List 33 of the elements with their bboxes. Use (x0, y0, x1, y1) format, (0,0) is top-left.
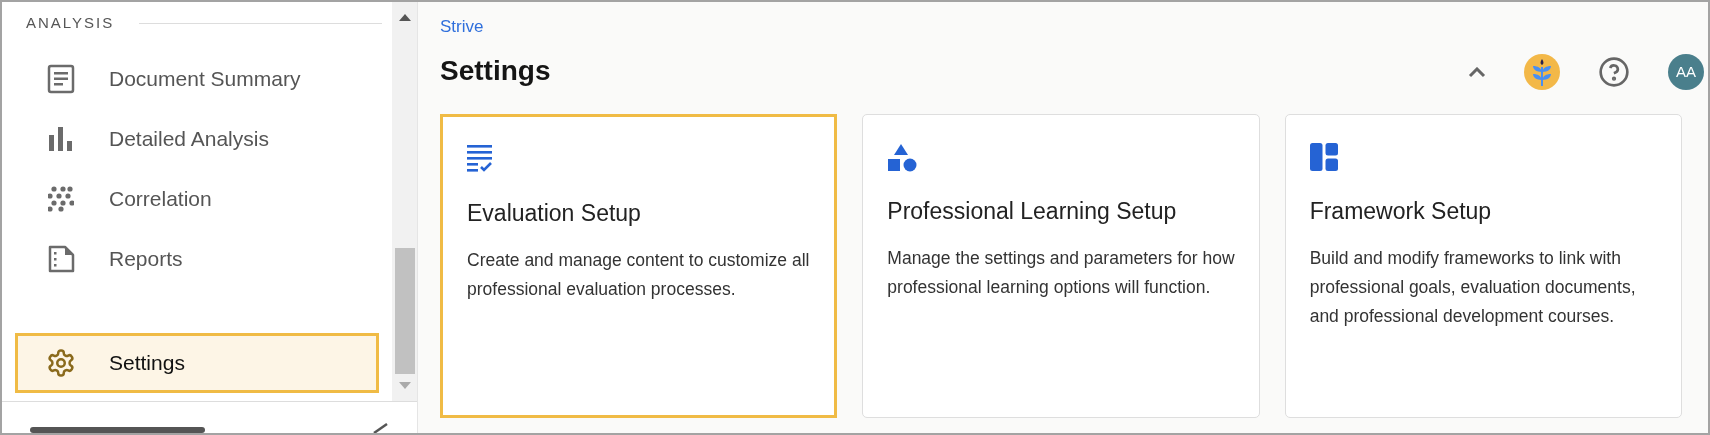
card-description: Manage the settings and parameters for how professional learning options will function. (887, 246, 1235, 299)
nav-item[interactable]: Detailed Analysis (18, 109, 376, 169)
layout-icon (1309, 142, 1338, 171)
nav-item[interactable]: Correlation (18, 169, 376, 229)
document-icon (47, 64, 75, 94)
card-title: Framework Setup (1309, 196, 1493, 226)
gear-icon (46, 348, 76, 378)
user-avatar[interactable]: AA (1668, 54, 1704, 90)
section-title: ANALYSIS (26, 12, 115, 33)
card-title: Professional Learning Setup (887, 196, 1178, 226)
shapes-icon (887, 142, 918, 173)
scroll-up-icon[interactable] (398, 14, 411, 21)
nav-item[interactable]: Reports (18, 229, 376, 289)
nav-item[interactable]: Document Summary (18, 49, 376, 109)
card-title: Evaluation Setup (467, 198, 642, 228)
scrollbar-thumb[interactable] (394, 248, 415, 374)
card-description: Create and manage content to customize all professional evaluation processes. (467, 248, 811, 301)
report-icon (47, 244, 75, 274)
nav-item[interactable]: Settings (15, 333, 379, 393)
help-icon[interactable] (1598, 56, 1630, 88)
wheat-logo-icon[interactable] (1524, 54, 1560, 90)
breadcrumb-link[interactable]: Strive (440, 14, 551, 40)
settings-card[interactable]: Framework Setup Build and modify frameworks to link with professional goals, evaluation documents, and professional development courses. (1284, 113, 1682, 418)
chevron-up-icon[interactable] (1468, 66, 1486, 78)
settings-card[interactable]: Evaluation Setup Create and manage content to customize all professional evaluation processes. (440, 113, 838, 418)
settings-card[interactable]: Professional Learning Setup Manage the settings and parameters for how professional learning options will function. (862, 113, 1260, 418)
card-description: Build and modify frameworks to link with professional goals, evaluation documents, and professional development courses. (1309, 246, 1637, 328)
scatter-icon (48, 186, 74, 212)
bar-chart-icon (48, 127, 74, 151)
page-title: Settings (440, 53, 551, 88)
scrollbar[interactable] (392, 2, 417, 401)
checklist-icon (467, 144, 493, 173)
collapse-icon[interactable] (373, 423, 389, 433)
